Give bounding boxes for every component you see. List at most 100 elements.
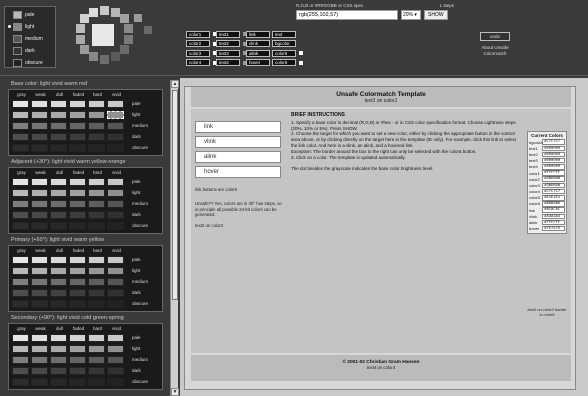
color-swatch[interactable] [50,221,67,230]
color-swatch[interactable] [107,277,124,286]
color-swatch[interactable] [88,288,105,297]
color-swatch[interactable] [88,210,105,219]
link-sample[interactable]: link [195,121,281,133]
hue-wheel[interactable] [62,4,172,72]
hue-swatch[interactable] [120,14,129,23]
color-swatch[interactable] [88,366,105,375]
color-swatch[interactable] [107,221,124,230]
color-swatch[interactable] [69,188,86,197]
brightness-obscure[interactable]: obscure [8,58,54,69]
hue-swatch[interactable] [80,45,89,54]
current-color-value[interactable]: #000000 [542,151,565,158]
color-swatch[interactable] [107,210,124,219]
base-color-swatch[interactable] [92,24,114,46]
color-swatch[interactable] [88,221,105,230]
color-swatch[interactable] [107,143,124,152]
color-swatch[interactable] [88,255,105,264]
color-swatch[interactable] [31,366,48,375]
hue-swatch[interactable] [111,52,120,61]
brightness-pale[interactable]: pale [8,10,54,21]
color-swatch[interactable] [31,121,48,130]
hue-swatch[interactable] [144,26,152,34]
hue-swatch[interactable] [76,35,85,44]
color-swatch[interactable] [31,288,48,297]
color-swatch[interactable] [107,99,124,108]
hue-swatch[interactable] [100,55,109,64]
color-swatch[interactable] [31,266,48,275]
current-color-value[interactable]: #B6B6B6 [542,201,565,207]
color-swatch[interactable] [50,210,67,219]
color-swatch[interactable] [50,110,67,119]
color-swatch[interactable] [12,333,29,342]
color-swatch[interactable] [50,199,67,208]
color-swatch[interactable] [107,344,124,353]
current-color-value[interactable]: #DBDBDB [542,182,565,189]
color-swatch[interactable] [50,143,67,152]
scroll-up-icon[interactable]: ▲ [171,80,179,88]
color-swatch[interactable] [31,210,48,219]
color-swatch[interactable] [107,377,124,386]
color-swatch[interactable] [50,99,67,108]
color-swatch[interactable] [69,277,86,286]
color-swatch[interactable] [107,366,124,375]
color-swatch[interactable] [88,110,105,119]
brightness-dark[interactable]: dark [8,46,54,57]
color-swatch[interactable] [107,333,124,342]
hover-sample[interactable]: hover [195,166,281,178]
color-swatch[interactable] [31,199,48,208]
color-swatch[interactable] [12,132,29,141]
brightness-medium[interactable]: medium [8,34,54,45]
hue-swatch[interactable] [120,45,129,54]
color-swatch[interactable] [69,177,86,186]
color-swatch[interactable] [69,221,86,230]
color-swatch[interactable] [12,221,29,230]
hue-swatch[interactable] [134,14,142,22]
color-swatch[interactable] [50,299,67,308]
color-swatch[interactable] [88,333,105,342]
color-swatch[interactable] [50,132,67,141]
vlink-sample[interactable]: vlink [195,136,281,148]
color-swatch[interactable] [107,199,124,208]
template-footer[interactable]: © 2001-02 Christian Gram Hansen text4 on… [191,355,571,381]
color-swatch[interactable] [31,110,48,119]
color-swatch[interactable] [88,121,105,130]
color-swatch[interactable] [69,355,86,364]
current-color-value[interactable]: #8C8C8C [542,207,565,213]
color-swatch[interactable] [69,143,86,152]
color-swatch[interactable] [31,333,48,342]
color-swatch[interactable] [31,344,48,353]
color-swatch[interactable] [50,177,67,186]
color-swatch[interactable] [107,288,124,297]
color-swatch[interactable] [31,188,48,197]
color-swatch[interactable] [88,143,105,152]
color-swatch[interactable] [50,333,67,342]
current-color-value[interactable]: #E1E1E1 [542,195,565,201]
color-swatch[interactable] [12,99,29,108]
color-swatch[interactable] [107,121,124,130]
current-color-value[interactable]: #C7C7C7 [542,188,565,195]
color-swatch[interactable] [88,377,105,386]
color-swatch[interactable] [50,266,67,275]
color-swatch[interactable] [107,188,124,197]
current-color-value[interactable]: #000000 [542,157,565,164]
color-swatch[interactable] [12,277,29,286]
color-swatch[interactable] [69,288,86,297]
current-color-value[interactable]: #DBDBDB [542,176,565,182]
color-swatch[interactable] [107,266,124,275]
color-swatch[interactable] [31,177,48,186]
color6-button[interactable]: color6 [272,59,310,67]
color-swatch[interactable] [12,143,29,152]
current-color-value[interactable]: #C7C7C7 [542,139,565,145]
color-swatch[interactable] [88,99,105,108]
color-swatch[interactable] [69,132,86,141]
color-swatch[interactable] [31,132,48,141]
color-swatch[interactable] [88,355,105,364]
color-swatch[interactable] [12,377,29,386]
color-swatch[interactable] [69,99,86,108]
color-swatch[interactable] [50,355,67,364]
vertical-scrollbar[interactable]: ▲ ▼ [170,80,179,396]
template-body[interactable]: link vlink alink hover link buttons are … [191,109,571,353]
current-color-value[interactable]: #000000 [542,145,565,152]
hue-swatch[interactable] [89,8,98,17]
scroll-thumb[interactable] [172,90,178,300]
